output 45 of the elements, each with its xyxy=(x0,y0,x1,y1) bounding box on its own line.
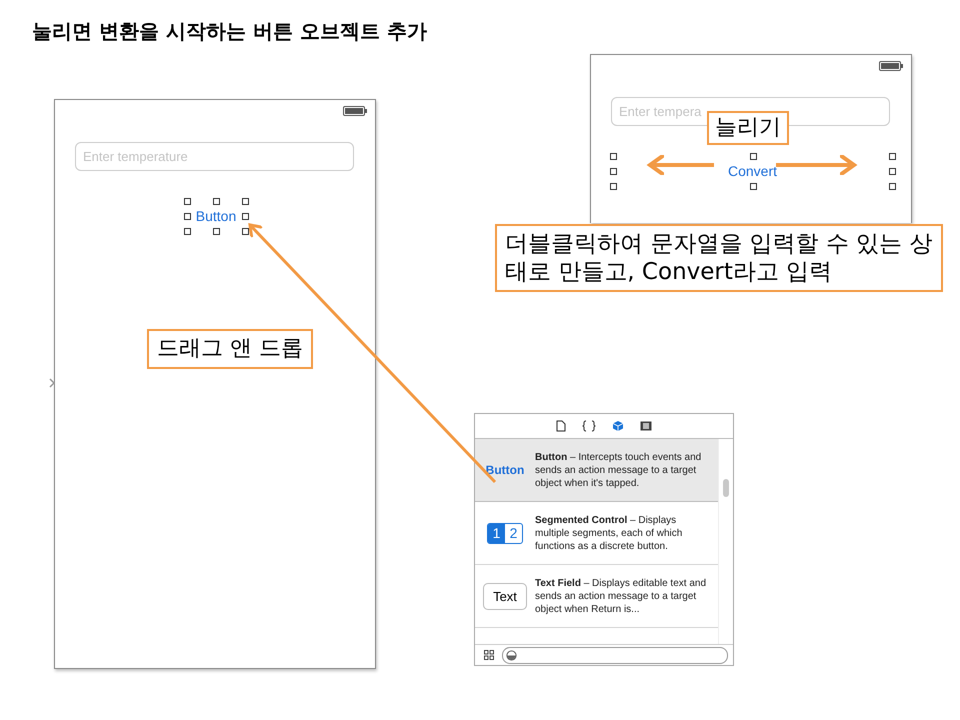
chevron-icon xyxy=(49,378,55,388)
item-description: Button – Intercepts touch events and sends an action message to a target object when it's tapped. xyxy=(535,450,702,490)
resize-handle[interactable] xyxy=(750,183,756,190)
library-item[interactable]: Text Text Field – Displays editable text and sends an action message to a target object when Return is... xyxy=(475,565,718,628)
braces-icon[interactable] xyxy=(582,420,596,432)
button[interactable]: Convert xyxy=(728,163,778,179)
file-icon[interactable] xyxy=(556,420,566,432)
text-field[interactable]: Enter temperature xyxy=(75,142,354,171)
callout-label: 늘리기 xyxy=(707,111,789,145)
resize-handle[interactable] xyxy=(610,168,617,175)
resize-handle[interactable] xyxy=(242,228,249,235)
resize-handle[interactable] xyxy=(184,228,191,235)
resize-handle[interactable] xyxy=(213,198,220,205)
resize-handle[interactable] xyxy=(610,183,617,190)
library-item[interactable]: 1 2 Segmented Control – Displays multiple segments, each of which functions as a discrete button. xyxy=(475,502,718,565)
resize-handle[interactable] xyxy=(889,168,896,175)
stretch-arrow xyxy=(648,153,714,177)
callout-label: 더블클릭하여 문자열을 입력할 수 있는 상태로 만들고, Convert라고 입력 xyxy=(495,224,943,292)
item-description: Segmented Control – Displays multiple segments, each of which functions as a discrete button. xyxy=(535,514,684,552)
button-preview: Button xyxy=(486,463,524,477)
battery-icon xyxy=(879,61,903,71)
library-item[interactable]: Button Button – Intercepts touch events and sends an action message to a target object when it's tapped. xyxy=(475,439,718,502)
item-description: Text Field – Displays editable text and sends an action message to a target object when Return is... xyxy=(535,576,708,616)
button[interactable]: Button xyxy=(196,208,236,224)
resize-handle[interactable] xyxy=(889,183,896,190)
resize-handle[interactable] xyxy=(184,213,191,220)
resize-handle[interactable] xyxy=(610,153,617,160)
segment-option[interactable]: 1 xyxy=(488,524,505,542)
resize-handle[interactable] xyxy=(242,213,249,220)
text-field-preview: Text xyxy=(483,582,527,610)
resize-handle[interactable] xyxy=(213,228,220,235)
cube-icon[interactable] xyxy=(612,420,624,432)
battery-icon xyxy=(343,106,367,116)
slide-title: 눌리면 변환을 시작하는 버튼 오브젝트 추가 xyxy=(32,18,427,45)
resize-handle[interactable] xyxy=(889,153,896,160)
resize-handle[interactable] xyxy=(242,198,249,205)
segment-option[interactable]: 2 xyxy=(505,524,522,542)
film-icon[interactable] xyxy=(640,420,652,432)
filter-field[interactable] xyxy=(502,646,728,664)
resize-handle[interactable] xyxy=(750,153,756,160)
filter-icon[interactable] xyxy=(506,650,517,660)
grid-icon[interactable] xyxy=(484,650,494,660)
callout-label: 드래그 앤 드롭 xyxy=(147,329,313,369)
resize-handle[interactable] xyxy=(184,198,191,205)
scrollbar-thumb[interactable] xyxy=(723,479,729,497)
